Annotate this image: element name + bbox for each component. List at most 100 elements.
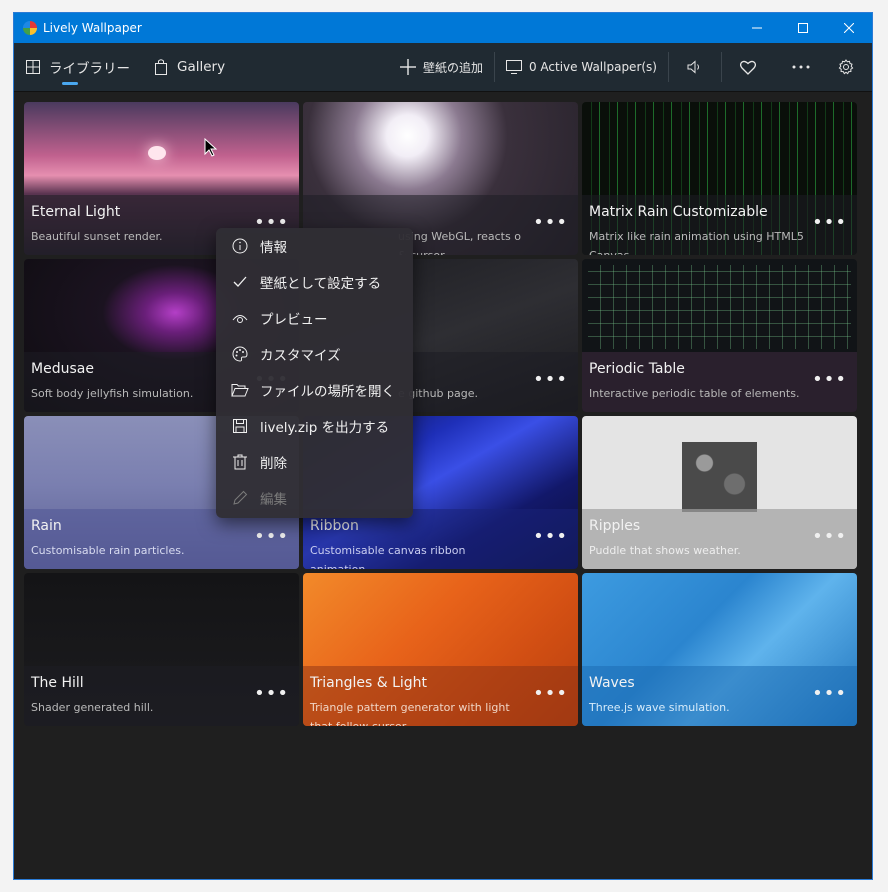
trash-icon [233, 454, 247, 470]
favorite-button[interactable] [722, 43, 774, 91]
palette-icon [232, 346, 248, 362]
card-title: Eternal Light [31, 204, 121, 220]
app-logo-icon [23, 21, 37, 35]
save-icon [233, 419, 247, 433]
menu-item-label: 壁紙として設定する [260, 276, 382, 292]
card-title: Ripples [589, 518, 641, 534]
pencil-icon [233, 490, 248, 505]
menu-item-delete[interactable]: 削除 [216, 444, 413, 480]
eye-icon [232, 315, 248, 323]
close-button[interactable] [826, 13, 872, 43]
minimize-icon [752, 27, 762, 29]
app-window: Lively Wallpaper ライブラリー Gallery 壁紙の追加 0 … [13, 12, 873, 880]
tab-library[interactable]: ライブラリー [14, 43, 142, 91]
card-title: Triangles & Light [310, 675, 428, 691]
wallpaper-card[interactable]: The Hill Shader generated hill. ••• [24, 573, 299, 726]
wallpaper-card[interactable]: Triangles & Light Triangle pattern gener… [303, 573, 578, 726]
wallpaper-card[interactable]: Matrix Rain Customizable Matrix like rai… [582, 102, 857, 255]
card-description: Customisable rain particles. [31, 544, 185, 557]
menu-item-label: カスタマイズ [260, 348, 341, 364]
card-info: The Hill Shader generated hill. ••• [24, 666, 299, 726]
card-more-button[interactable]: ••• [254, 683, 289, 704]
speaker-icon [687, 60, 699, 74]
menu-item-preview[interactable]: プレビュー [216, 300, 413, 336]
more-options-button[interactable] [774, 43, 828, 91]
nav-bar: ライブラリー Gallery 壁紙の追加 0 Active Wallpaper(… [14, 43, 872, 92]
card-more-button[interactable]: ••• [812, 212, 847, 233]
menu-item-label: 削除 [260, 456, 287, 472]
wallpaper-card[interactable]: Periodic Table Interactive periodic tabl… [582, 259, 857, 412]
add-wallpaper-button[interactable]: 壁紙の追加 [389, 43, 494, 91]
menu-item-edit: 編集 [216, 480, 413, 516]
maximize-button[interactable] [780, 13, 826, 43]
card-more-button[interactable]: ••• [812, 683, 847, 704]
minimize-button[interactable] [734, 13, 780, 43]
menu-item-label: プレビュー [260, 312, 328, 328]
menu-item-open-file-location[interactable]: ファイルの場所を開く [216, 372, 413, 408]
card-more-button[interactable]: ••• [533, 526, 568, 547]
active-wallpapers-button[interactable]: 0 Active Wallpaper(s) [495, 43, 668, 91]
check-icon [233, 276, 247, 287]
menu-item-customize[interactable]: カスタマイズ [216, 336, 413, 372]
card-description: Soft body jellyfish simulation. [31, 387, 194, 400]
card-title: Periodic Table [589, 361, 685, 377]
heart-icon [740, 60, 756, 75]
gear-icon [838, 59, 854, 75]
card-more-button[interactable]: ••• [812, 369, 847, 390]
menu-item-label: lively.zip を出力する [260, 420, 390, 436]
card-description: Beautiful sunset render. [31, 230, 163, 243]
card-description: Matrix like rain animation using HTML5 C… [589, 230, 804, 255]
plus-icon [399, 59, 416, 75]
card-description: Three.js wave simulation. [589, 701, 730, 714]
card-info: Rain Customisable rain particles. ••• [24, 509, 299, 569]
card-description: Interactive periodic table of elements. [589, 387, 800, 400]
menu-item-label: 編集 [260, 492, 287, 508]
tab-gallery[interactable]: Gallery [142, 43, 237, 91]
card-more-button[interactable]: ••• [533, 369, 568, 390]
volume-button[interactable] [669, 43, 721, 91]
wallpaper-card[interactable]: Ripples Puddle that shows weather. ••• [582, 416, 857, 569]
card-more-button[interactable]: ••• [533, 683, 568, 704]
bag-icon [155, 59, 167, 75]
window-title: Lively Wallpaper [43, 21, 142, 35]
tab-library-label: ライブラリー [49, 61, 130, 77]
card-description: Puddle that shows weather. [589, 544, 741, 557]
card-description: Customisable canvas ribbon animation. [310, 544, 466, 569]
ellipsis-icon [792, 65, 810, 69]
card-title: Medusae [31, 361, 94, 377]
active-wallpapers-label: 0 Active Wallpaper(s) [528, 60, 657, 74]
card-info: Triangles & Light Triangle pattern gener… [303, 666, 578, 726]
title-bar: Lively Wallpaper [14, 13, 872, 43]
card-more-button[interactable]: ••• [533, 212, 568, 233]
context-menu: 情報 壁紙として設定する プレビュー カスタマイズ ファイルの場所を開く liv… [216, 228, 413, 518]
card-info: Matrix Rain Customizable Matrix like rai… [582, 195, 857, 255]
wallpaper-card[interactable]: Waves Three.js wave simulation. ••• [582, 573, 857, 726]
close-icon [844, 23, 854, 33]
mouse-cursor-icon [204, 138, 218, 157]
menu-item-info[interactable]: 情報 [216, 228, 413, 264]
card-description: e github page. [398, 387, 479, 400]
menu-item-set-wallpaper[interactable]: 壁紙として設定する [216, 264, 413, 300]
card-more-button[interactable]: ••• [254, 526, 289, 547]
monitor-icon [505, 60, 522, 74]
card-info: Ripples Puddle that shows weather. ••• [582, 509, 857, 569]
tab-gallery-label: Gallery [177, 59, 226, 75]
card-description: Shader generated hill. [31, 701, 154, 714]
card-info: Periodic Table Interactive periodic tabl… [582, 352, 857, 412]
card-title: The Hill [31, 675, 84, 691]
grid-icon [26, 60, 40, 74]
card-info: Ribbon Customisable canvas ribbon animat… [303, 509, 578, 569]
card-more-button[interactable]: ••• [812, 526, 847, 547]
card-title: Waves [589, 675, 635, 691]
settings-button[interactable] [828, 43, 864, 91]
menu-item-export-zip[interactable]: lively.zip を出力する [216, 408, 413, 444]
card-info: Waves Three.js wave simulation. ••• [582, 666, 857, 726]
add-wallpaper-label: 壁紙の追加 [422, 60, 483, 75]
menu-item-label: ファイルの場所を開く [260, 384, 395, 400]
menu-item-label: 情報 [260, 240, 287, 256]
card-description: Triangle pattern generator with light th… [310, 701, 510, 726]
folder-open-icon [231, 384, 249, 397]
card-title: Ribbon [310, 518, 359, 534]
card-description: using WebGL, reacts o & cursor. [398, 230, 521, 255]
info-icon [232, 238, 248, 254]
